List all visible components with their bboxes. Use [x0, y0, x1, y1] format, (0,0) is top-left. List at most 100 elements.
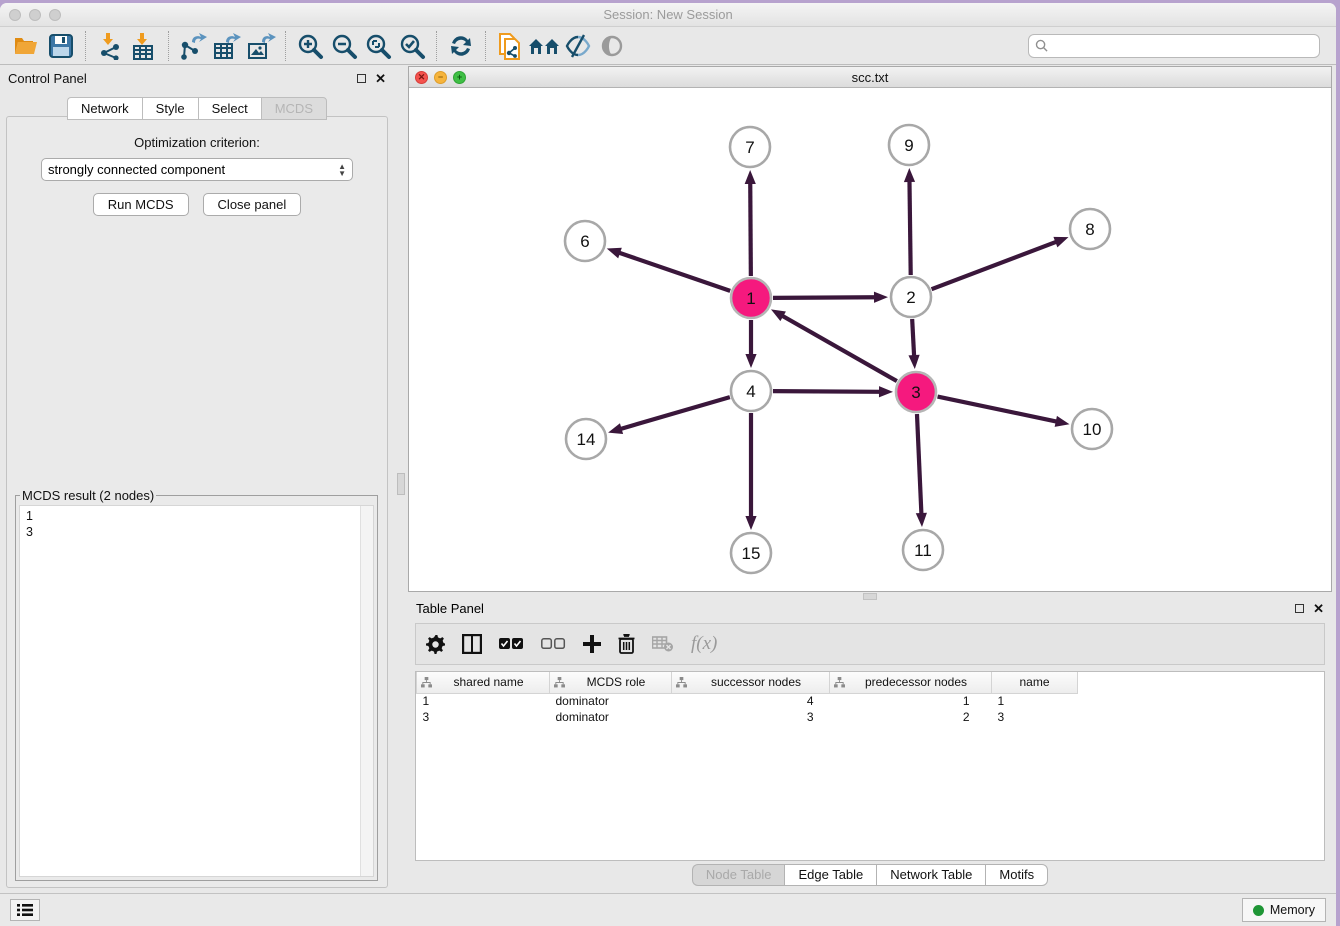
edge-1-2[interactable]	[773, 297, 876, 298]
select-all-columns-icon[interactable]	[499, 638, 524, 650]
control-tab-mcds[interactable]: MCDS	[261, 97, 327, 120]
optimization-criterion-label: Optimization criterion:	[7, 135, 387, 150]
node-label-2: 2	[906, 288, 915, 307]
close-table-panel-icon[interactable]: ✕	[1313, 604, 1324, 613]
table-cell[interactable]: 2	[830, 709, 992, 725]
table-tab-motifs[interactable]: Motifs	[985, 864, 1048, 886]
control-tab-network[interactable]: Network	[67, 97, 142, 120]
network-canvas[interactable]: 7968124314101511	[409, 88, 1331, 591]
vertical-splitter[interactable]	[394, 65, 408, 893]
search-input[interactable]	[1053, 39, 1313, 53]
mcds-result-area[interactable]: 1 3	[19, 505, 374, 877]
table-panel-title: Table Panel	[416, 601, 484, 616]
column-header-shared-name[interactable]: shared name	[417, 672, 550, 693]
apply-preferred-layout-icon[interactable]	[444, 30, 478, 62]
result-scrollbar[interactable]	[360, 506, 373, 876]
table-tab-network-table[interactable]: Network Table	[876, 864, 985, 886]
edge-arrowhead	[1053, 237, 1068, 247]
table-tab-edge-table[interactable]: Edge Table	[784, 864, 876, 886]
toolbar-separator	[285, 31, 286, 61]
table-settings-gear-icon[interactable]	[426, 635, 445, 654]
edge-3-11[interactable]	[917, 414, 921, 515]
table-cell[interactable]: 1	[417, 693, 550, 709]
search-box[interactable]	[1028, 34, 1320, 58]
column-header-successor-nodes[interactable]: successor nodes	[672, 672, 830, 693]
table-tabs: Node TableEdge TableNetwork TableMotifs	[408, 864, 1332, 886]
export-image-icon[interactable]	[244, 30, 278, 62]
show-graphics-details-icon[interactable]	[595, 30, 629, 62]
edge-2-3[interactable]	[912, 319, 914, 357]
network-graph[interactable]: 7968124314101511	[409, 88, 1331, 593]
delete-columns-icon[interactable]	[618, 634, 635, 654]
table-cell[interactable]: 1	[992, 693, 1078, 709]
app-window: Session: New Session	[0, 3, 1336, 926]
edge-3-10[interactable]	[938, 397, 1058, 422]
close-panel-icon[interactable]: ✕	[375, 74, 386, 83]
hide-graphics-details-icon[interactable]	[561, 30, 595, 62]
zoom-fit-icon[interactable]	[361, 30, 395, 62]
table-cell[interactable]: dominator	[550, 709, 672, 725]
edge-arrowhead	[608, 423, 623, 434]
float-table-panel-icon[interactable]	[1295, 604, 1304, 613]
export-network-icon[interactable]	[176, 30, 210, 62]
toolbar-separator	[85, 31, 86, 61]
task-history-button[interactable]	[10, 899, 40, 921]
node-label-1: 1	[746, 289, 755, 308]
edge-arrowhead	[607, 248, 622, 259]
table-cell[interactable]: 3	[992, 709, 1078, 725]
edge-arrowhead	[874, 292, 888, 303]
control-tab-select[interactable]: Select	[198, 97, 261, 120]
zoom-selected-icon[interactable]	[395, 30, 429, 62]
memory-button[interactable]: Memory	[1242, 898, 1326, 922]
table-cell[interactable]: 3	[672, 709, 830, 725]
network-window-titlebar[interactable]: ✕ − + scc.txt	[409, 67, 1331, 88]
edge-2-9[interactable]	[909, 180, 910, 275]
node-table[interactable]: shared name MCDS role successor nodesprede…	[415, 671, 1325, 861]
edge-arrowhead	[908, 355, 919, 369]
table-cell[interactable]: 4	[672, 693, 830, 709]
edge-4-14[interactable]	[620, 397, 730, 429]
optimization-criterion-value: strongly connected component	[48, 162, 225, 177]
run-mcds-button[interactable]: Run MCDS	[93, 193, 189, 216]
edge-2-8[interactable]	[932, 241, 1058, 289]
column-header-MCDS-role[interactable]: MCDS role	[550, 672, 672, 693]
column-header-name[interactable]: name	[992, 672, 1078, 693]
table-panel: Table Panel ✕	[408, 595, 1332, 889]
table-cell[interactable]: 1	[830, 693, 992, 709]
table-cell[interactable]: dominator	[550, 693, 672, 709]
zoom-out-icon[interactable]	[327, 30, 361, 62]
save-session-icon[interactable]	[44, 30, 78, 62]
import-table-icon[interactable]	[127, 30, 161, 62]
home-icon[interactable]	[527, 30, 561, 62]
clone-network-icon[interactable]	[493, 30, 527, 62]
horizontal-splitter-grip[interactable]	[863, 593, 877, 600]
table-tab-node-table[interactable]: Node Table	[692, 864, 785, 886]
edge-arrowhead	[879, 386, 893, 397]
table-row[interactable]: 1dominator411	[417, 693, 1078, 709]
splitter-grip[interactable]	[397, 473, 405, 495]
mcds-result-text: 1 3	[26, 508, 357, 876]
unselect-all-columns-icon[interactable]	[541, 638, 566, 650]
close-panel-button[interactable]: Close panel	[203, 193, 302, 216]
optimization-criterion-select[interactable]: strongly connected component ▲▼	[41, 158, 353, 181]
edge-1-6[interactable]	[618, 252, 730, 290]
edge-3-1[interactable]	[781, 315, 896, 381]
edge-4-3[interactable]	[773, 391, 881, 392]
control-tab-style[interactable]: Style	[142, 97, 198, 120]
float-panel-icon[interactable]	[357, 74, 366, 83]
node-label-10: 10	[1083, 420, 1102, 439]
column-label: name	[996, 675, 1073, 689]
table-cell[interactable]: 3	[417, 709, 550, 725]
add-column-icon[interactable]	[583, 635, 601, 653]
table-row[interactable]: 3dominator323	[417, 709, 1078, 725]
zoom-in-icon[interactable]	[293, 30, 327, 62]
export-table-icon[interactable]	[210, 30, 244, 62]
column-label: MCDS role	[565, 675, 667, 689]
edge-arrowhead	[745, 516, 756, 530]
edge-1-7[interactable]	[750, 182, 751, 276]
column-header-predecessor-nodes[interactable]: predecessor nodes	[830, 672, 992, 693]
column-type-icon	[554, 677, 565, 688]
import-network-icon[interactable]	[93, 30, 127, 62]
open-session-icon[interactable]	[10, 30, 44, 62]
column-layout-icon[interactable]	[462, 634, 482, 654]
